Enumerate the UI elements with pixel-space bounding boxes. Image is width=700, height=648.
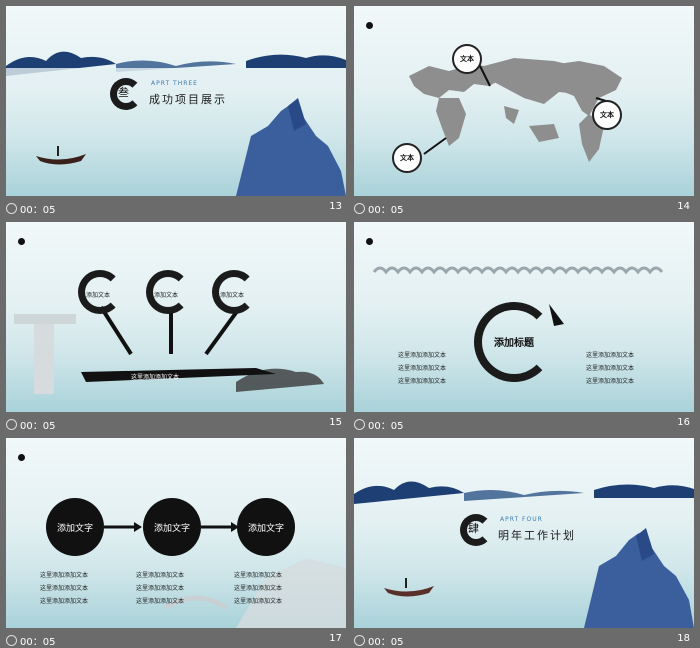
slide-number: 13 — [329, 201, 342, 212]
left-text-1: 这里添加添加文本 — [398, 352, 447, 359]
map-label-2: 文本 — [592, 100, 622, 130]
slide-number: 16 — [677, 417, 690, 428]
slide-timing: 00：05 — [6, 201, 55, 216]
section-heading-en: APRT THREE — [151, 80, 198, 87]
clock-icon — [6, 203, 17, 214]
col1-text-2: 这里添加添加文本 — [40, 585, 89, 592]
map-label-1: 文本 — [452, 44, 482, 74]
ink-illustration — [14, 305, 324, 394]
clock-icon — [6, 635, 17, 646]
ink-circle-3: 添加文字 — [237, 498, 295, 556]
section-badge-text: 肆 — [468, 522, 479, 535]
slide-thumbnail-14[interactable]: 文本 文本 文本 00：05 14 — [354, 6, 694, 216]
slide-timing: 00：05 — [6, 633, 55, 648]
section-heading-cn: 成功项目展示 — [149, 93, 227, 106]
col3-text-3: 这里添加添加文本 — [234, 598, 283, 605]
slide-number: 15 — [329, 417, 342, 428]
clock-icon — [354, 419, 365, 430]
col2-text-3: 这里添加添加文本 — [136, 598, 185, 605]
section-heading-cn: 明年工作计划 — [498, 529, 576, 542]
slide-13-info-bar: 00：05 13 — [6, 198, 346, 216]
slide-15-info-bar: 00：05 15 — [6, 414, 346, 432]
slide-thumbnail-16[interactable]: 添加标题 这里添加添加文本 这里添加添加文本 这里添加添加文本 这里添加添加文本… — [354, 222, 694, 432]
ink-circle-2: 添加文字 — [143, 498, 201, 556]
slide-18-info-bar: 00：05 18 — [354, 630, 694, 648]
right-text-1: 这里添加添加文本 — [586, 352, 635, 359]
circle-label-3: 添加文本 — [220, 292, 245, 299]
col2-text-2: 这里添加添加文本 — [136, 585, 185, 592]
slide-14-info-bar: 00：05 14 — [354, 198, 694, 216]
slide-thumbnail-15[interactable]: 添加文本 添加文本 添加文本 这里添加添加文本 00：05 15 — [6, 222, 346, 432]
circle-label-1: 添加文本 — [86, 292, 111, 299]
slide-thumbnail-18[interactable]: 肆 APRT FOUR 明年工作计划 00：05 18 — [354, 438, 694, 648]
slide-timing: 00：05 — [354, 633, 403, 648]
map-label-3: 文本 — [392, 143, 422, 173]
right-text-3: 这里添加添加文本 — [586, 378, 635, 385]
slide-thumbnail-17[interactable]: 添加文字 添加文字 添加文字 这里添加添加文本 这里添加添加文本 这里添加添加文… — [6, 438, 346, 648]
col3-text-1: 这里添加添加文本 — [234, 572, 283, 579]
col3-text-2: 这里添加添加文本 — [234, 585, 283, 592]
section-heading-en: APRT FOUR — [500, 516, 543, 523]
slide-14-canvas: 文本 文本 文本 — [354, 6, 694, 196]
slide-17-canvas: 添加文字 添加文字 添加文字 这里添加添加文本 这里添加添加文本 这里添加添加文… — [6, 438, 346, 628]
bullet-dot — [18, 238, 25, 245]
right-text-2: 这里添加添加文本 — [586, 365, 635, 372]
slide-thumbnail-13[interactable]: 叁 APRT THREE 成功项目展示 00：05 13 — [6, 6, 346, 216]
left-text-2: 这里添加添加文本 — [398, 365, 447, 372]
col1-text-1: 这里添加添加文本 — [40, 572, 89, 579]
slide-16-info-bar: 00：05 16 — [354, 414, 694, 432]
clock-icon — [6, 419, 17, 430]
brush-bar-text: 这里添加添加文本 — [131, 374, 180, 381]
circle-label-2: 添加文本 — [154, 292, 179, 299]
slide-number: 14 — [677, 201, 690, 212]
slide-18-canvas: 肆 APRT FOUR 明年工作计划 — [354, 438, 694, 628]
slide-16-canvas: 添加标题 这里添加添加文本 这里添加添加文本 这里添加添加文本 这里添加添加文本… — [354, 222, 694, 412]
left-text-3: 这里添加添加文本 — [398, 378, 447, 385]
col2-text-1: 这里添加添加文本 — [136, 572, 185, 579]
slide-15-canvas: 添加文本 添加文本 添加文本 这里添加添加文本 — [6, 222, 346, 412]
section-badge-text: 叁 — [118, 86, 129, 99]
slide-13-canvas: 叁 APRT THREE 成功项目展示 — [6, 6, 346, 196]
ink-circle-1: 添加文字 — [46, 498, 104, 556]
center-title: 添加标题 — [494, 338, 534, 349]
clock-icon — [354, 203, 365, 214]
slide-timing: 00：05 — [354, 417, 403, 432]
bullet-dot — [366, 22, 373, 29]
slide-timing: 00：05 — [6, 417, 55, 432]
col1-text-3: 这里添加添加文本 — [40, 598, 89, 605]
slide-timing: 00：05 — [354, 201, 403, 216]
slide-17-info-bar: 00：05 17 — [6, 630, 346, 648]
bullet-dot — [18, 454, 25, 461]
bullet-dot — [366, 238, 373, 245]
clock-icon — [354, 635, 365, 646]
slide-number: 17 — [329, 633, 342, 644]
slide-number: 18 — [677, 633, 690, 644]
